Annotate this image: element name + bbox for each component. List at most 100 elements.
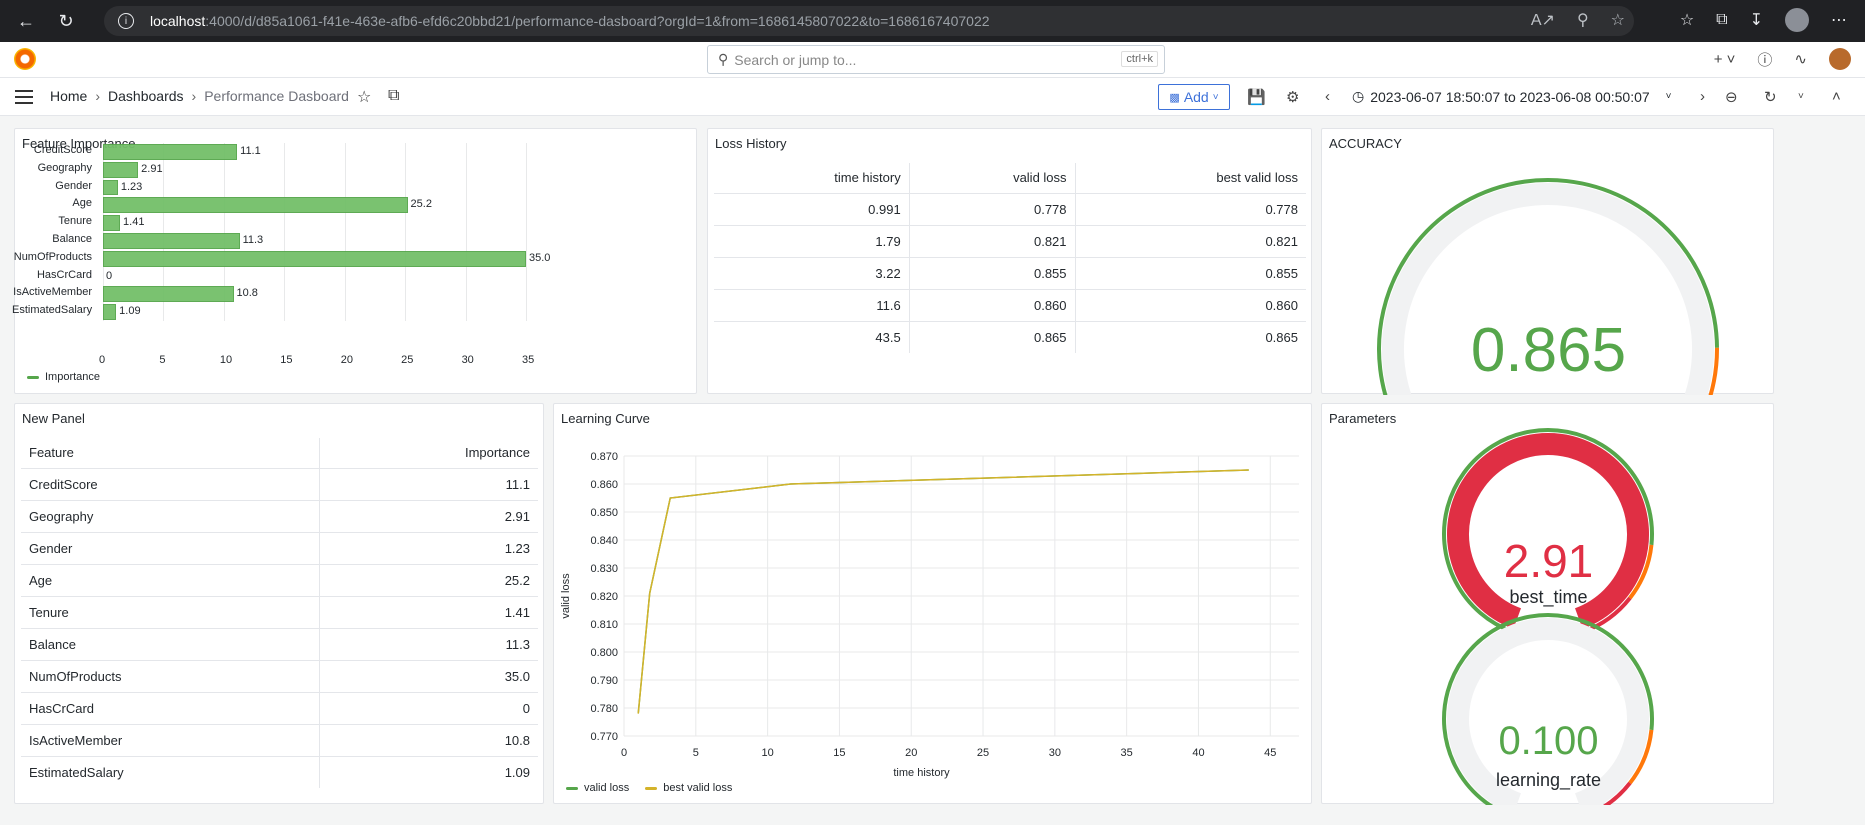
search-icon: ⚲ (718, 51, 729, 67)
table-cell: 0.821 (1074, 224, 1306, 257)
more-menu-icon[interactable]: ⋯ (1831, 10, 1847, 30)
menu-hamburger-icon[interactable] (15, 90, 33, 104)
table-cell: 2.91 (318, 499, 538, 532)
x-tick-label: 15 (280, 354, 293, 366)
legend-swatch-valid-loss (566, 786, 578, 790)
url-path: :4000/d/d85a1061-f41e-463e-afb6-efd6c20b… (205, 13, 990, 29)
column-header[interactable]: best valid loss (1074, 163, 1306, 193)
table-cell: 1.41 (318, 595, 538, 628)
table-cell: 0.855 (1074, 256, 1306, 289)
y-tick-label: 0.840 (590, 535, 618, 547)
breadcrumb-home[interactable]: Home (50, 88, 87, 104)
table-cell: NumOfProducts (21, 659, 320, 692)
search-shortcut: ctrl+k (1121, 51, 1158, 67)
share-icon[interactable]: ⧉ (388, 87, 399, 105)
refresh-interval-chevron-icon[interactable]: ˅ (1798, 91, 1804, 102)
x-tick-label: 5 (693, 747, 699, 759)
new-plus-icon[interactable]: + ˅ (1714, 51, 1736, 68)
help-icon[interactable]: ⓘ (1757, 49, 1772, 70)
time-range-label: 2023-06-07 18:50:07 to 2023-06-08 00:50:… (1370, 88, 1650, 105)
loss-history-table: time history valid loss best valid loss 0.… (714, 163, 1306, 353)
back-icon[interactable]: ← (12, 7, 40, 35)
y-tick-label: 0.870 (590, 451, 618, 463)
table-row: Age 25.2 (21, 563, 538, 596)
zoom-out-icon[interactable]: ⊖ (1725, 88, 1738, 106)
column-header[interactable]: Importance (318, 438, 538, 468)
dashboard-navbar: Home › Dashboards › Performance Dasboard… (0, 78, 1865, 116)
grafana-logo-icon[interactable] (14, 48, 36, 70)
collapse-chevron-up-icon[interactable]: ˄ (1832, 88, 1841, 105)
table-cell: 35.0 (318, 659, 538, 692)
mark-favorite-star-icon[interactable]: ☆ (357, 87, 371, 107)
table-cell: CreditScore (21, 467, 320, 500)
table-cell: EstimatedSalary (21, 755, 320, 788)
chart-legend[interactable]: Importance (27, 371, 100, 383)
table-cell: 3.22 (714, 256, 910, 289)
table-cell: 10.8 (318, 723, 538, 756)
bar-value-label: 35.0 (529, 251, 551, 264)
panel-title: Loss History (715, 136, 787, 151)
table-cell: 0.865 (1074, 320, 1306, 353)
table-row: 1.79 0.821 0.821 (714, 224, 1306, 257)
search-input[interactable]: ⚲ Search or jump to... ctrl+k (707, 45, 1165, 74)
x-tick-label: 25 (977, 747, 989, 759)
reload-icon[interactable]: ↻ (52, 7, 80, 35)
bar[interactable] (103, 304, 117, 320)
bar[interactable] (103, 161, 139, 178)
profile-avatar[interactable] (1785, 8, 1809, 32)
panel-loss-history: Loss History time history valid loss best … (707, 128, 1312, 394)
table-row: IsActiveMember 10.8 (21, 723, 538, 756)
time-range-picker[interactable]: ◷ 2023-06-07 18:50:07 to 2023-06-08 00:5… (1352, 88, 1672, 105)
x-axis-label: time history (893, 767, 950, 779)
column-header[interactable]: Feature (21, 438, 319, 468)
bar[interactable] (103, 179, 118, 196)
refresh-icon[interactable]: ↻ (1764, 88, 1777, 106)
user-avatar[interactable] (1829, 48, 1851, 70)
bar[interactable] (103, 286, 234, 303)
time-back-icon[interactable]: ‹ (1325, 88, 1330, 105)
address-bar[interactable]: i localhost:4000/d/d85a1061-f41e-463e-af… (104, 6, 1634, 36)
legend-label-valid-loss[interactable]: valid loss (584, 782, 629, 794)
settings-gear-icon[interactable]: ⚙ (1286, 88, 1299, 106)
zoom-icon[interactable]: ⚲ (1577, 10, 1589, 30)
favorites-icon[interactable]: ☆ (1680, 10, 1694, 30)
chevron-right-icon: › (191, 88, 197, 104)
table-row: Tenure 1.41 (21, 595, 538, 628)
table-cell: 11.6 (714, 288, 910, 321)
table-cell: 0.860 (908, 288, 1076, 321)
bar-category-label: HasCrCard (36, 268, 92, 281)
read-aloud-icon[interactable]: A↗ (1531, 10, 1555, 30)
gridline (405, 143, 407, 321)
bar-category-label: Geography (37, 161, 92, 174)
breadcrumb-dashboards[interactable]: Dashboards (108, 88, 184, 104)
favorite-star-icon[interactable]: ☆ (1611, 10, 1625, 30)
save-icon[interactable]: 💾 (1247, 88, 1266, 106)
legend-label-best-valid-loss[interactable]: best valid loss (663, 782, 732, 794)
bar[interactable] (103, 197, 408, 214)
table-row: Gender 1.23 (21, 531, 538, 564)
bar[interactable] (103, 250, 526, 267)
topnav-actions: + ˅ ⓘ ∿ (1714, 48, 1851, 70)
table-cell: 0.865 (908, 320, 1076, 353)
table-cell: 0.821 (908, 224, 1076, 257)
table-cell: 0.778 (908, 192, 1076, 225)
column-header[interactable]: valid loss (908, 163, 1076, 193)
add-button[interactable]: ▩ Add ˅ (1158, 84, 1230, 110)
bar-value-label: 1.41 (123, 216, 145, 229)
site-info-icon[interactable]: i (118, 13, 134, 29)
bar-value-label: 11.3 (242, 234, 264, 246)
bar[interactable] (103, 233, 240, 249)
collections-icon[interactable]: ⧉ (1716, 11, 1727, 29)
y-tick-label: 0.830 (590, 563, 618, 575)
news-rss-icon[interactable]: ∿ (1794, 50, 1807, 68)
bar[interactable] (103, 215, 121, 231)
table-cell: Age (21, 563, 320, 596)
downloads-icon[interactable]: ↧ (1750, 10, 1763, 30)
bar[interactable] (103, 144, 238, 160)
table-row: 3.22 0.855 0.855 (714, 256, 1306, 289)
time-forward-icon[interactable]: › (1700, 88, 1705, 105)
gridline (526, 143, 527, 321)
legend-label: Importance (45, 371, 101, 383)
column-header[interactable]: time history (714, 163, 909, 193)
breadcrumb: Home › Dashboards › Performance Dasboard (50, 88, 349, 104)
